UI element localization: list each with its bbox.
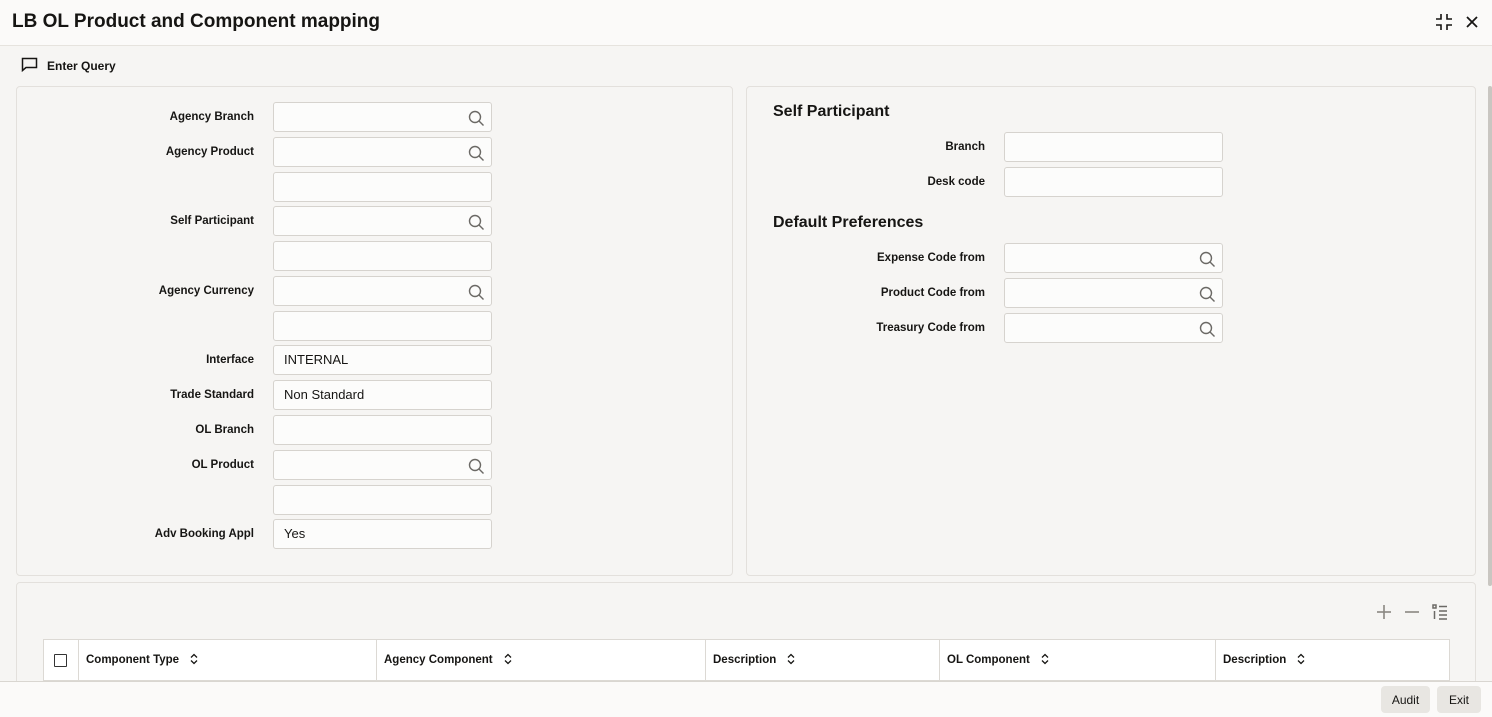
grid-actions [1375,603,1449,621]
list-icon[interactable] [1431,603,1449,621]
collapse-arrows-icon[interactable] [1434,12,1454,32]
enter-query-button[interactable]: Enter Query [21,57,116,75]
column-header-ol-component[interactable]: OL Component [940,640,1216,680]
search-icon[interactable] [1199,285,1216,302]
add-icon[interactable] [1375,603,1393,621]
search-icon[interactable] [468,109,485,126]
ol-product-label: OL Product [191,459,254,471]
adv-booking-appl-field[interactable]: Yes [273,519,492,549]
agency-product-input[interactable] [273,137,492,167]
search-icon[interactable] [468,283,485,300]
trade-standard-field[interactable]: Non Standard [273,380,492,410]
toolbar: Enter Query [0,47,1492,83]
agency-product-label: Agency Product [165,146,254,158]
ol-branch-label: OL Branch [195,424,254,436]
grid-header-row: Component Type Agency Component Descript… [43,639,1450,681]
interface-label: Interface [206,354,254,366]
close-icon[interactable] [1462,12,1482,32]
branch-field[interactable] [1004,132,1223,162]
agency-currency-label: Agency Currency [158,285,254,297]
expense-code-from-label: Expense Code from [877,252,985,264]
product-code-from-label: Product Code from [880,287,985,299]
treasury-code-from-label: Treasury Code from [876,322,985,334]
sort-icon[interactable] [786,653,796,668]
agency-product-description-field[interactable] [273,172,492,202]
search-icon[interactable] [1199,320,1216,337]
footer-bar: Audit Exit [0,681,1492,717]
treasury-code-from-input[interactable] [1004,313,1223,343]
desk-code-field[interactable] [1004,167,1223,197]
branch-label: Branch [945,141,985,153]
agency-branch-input[interactable] [273,102,492,132]
sort-icon[interactable] [503,653,513,668]
self-participant-description-field[interactable] [273,241,492,271]
column-header-agency-component[interactable]: Agency Component [377,640,706,680]
self-participant-input[interactable] [273,206,492,236]
exit-button[interactable]: Exit [1437,686,1481,713]
vertical-scrollbar[interactable] [1488,86,1492,586]
ol-branch-field[interactable] [273,415,492,445]
sort-icon[interactable] [1040,653,1050,668]
column-header-description[interactable]: Description [706,640,940,680]
search-icon[interactable] [1199,250,1216,267]
adv-booking-appl-label: Adv Booking Appl [154,528,254,540]
left-form-panel: Agency Branch Agency Product Self Partic… [16,86,733,576]
page-title: LB OL Product and Component mapping [12,11,381,32]
enter-query-label: Enter Query [47,59,116,73]
right-form-panel: Self Participant Branch Desk code Defaul… [746,86,1476,576]
agency-currency-description-field[interactable] [273,311,492,341]
expense-code-from-input[interactable] [1004,243,1223,273]
column-header-component-type[interactable]: Component Type [79,640,377,680]
ol-product-input[interactable] [273,450,492,480]
self-participant-section-title: Self Participant [773,103,890,120]
self-participant-label: Self Participant [170,215,254,227]
remove-icon[interactable] [1403,603,1421,621]
ol-product-description-field[interactable] [273,485,492,515]
desk-code-label: Desk code [927,176,985,188]
agency-branch-label: Agency Branch [169,111,254,123]
title-bar: LB OL Product and Component mapping [0,0,1492,46]
comment-icon [21,57,38,75]
trade-standard-label: Trade Standard [170,389,254,401]
search-icon[interactable] [468,213,485,230]
default-preferences-section-title: Default Preferences [773,214,924,231]
interface-field[interactable]: INTERNAL [273,345,492,375]
search-icon[interactable] [468,457,485,474]
select-all-cell [44,640,79,680]
agency-currency-input[interactable] [273,276,492,306]
sort-icon[interactable] [189,653,199,668]
column-header-ol-description[interactable]: Description [1216,640,1449,680]
search-icon[interactable] [468,144,485,161]
sort-icon[interactable] [1296,653,1306,668]
select-all-checkbox[interactable] [54,653,67,667]
product-code-from-input[interactable] [1004,278,1223,308]
audit-button[interactable]: Audit [1381,686,1430,713]
